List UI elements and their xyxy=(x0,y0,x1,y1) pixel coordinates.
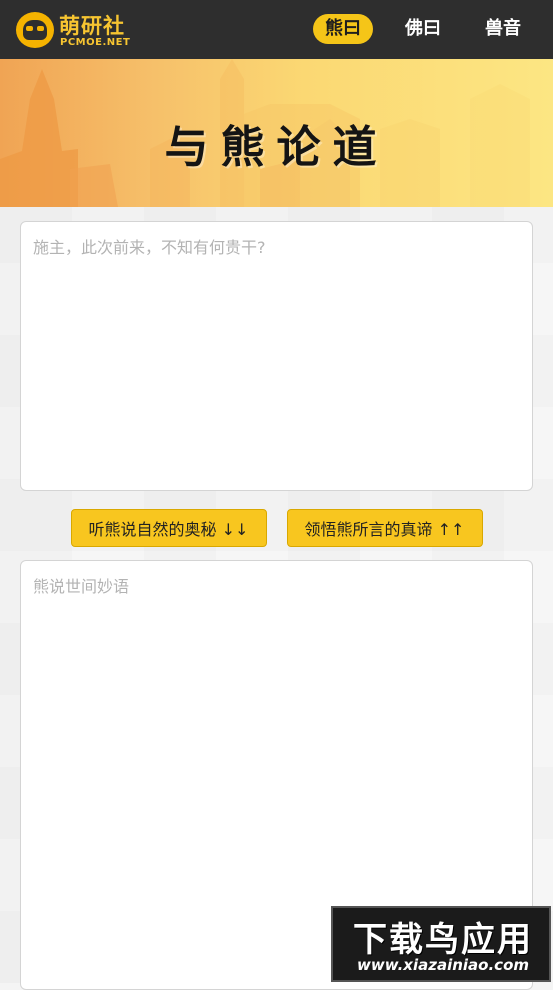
hero-banner: 与熊论道 xyxy=(0,59,553,207)
watermark-logo: 下载鸟应用 www.xiazainiao.com xyxy=(331,906,551,982)
nav-tab-bear[interactable]: 熊曰 xyxy=(313,14,373,44)
watermark-title: 下载鸟应用 xyxy=(353,920,533,960)
mascot-icon xyxy=(16,12,54,48)
main-content: 听熊说自然的奥秘 ↓↓ 领悟熊所言的真谛 ↑↑ xyxy=(0,207,553,990)
main-nav: 熊曰 佛曰 兽音 xyxy=(313,14,533,44)
decode-button[interactable]: 听熊说自然的奥秘 ↓↓ xyxy=(70,509,267,547)
nav-tab-buddha[interactable]: 佛曰 xyxy=(393,14,453,44)
page-title: 与熊论道 xyxy=(164,122,389,173)
site-logo[interactable]: 萌研社 PCMOE.NET xyxy=(16,10,136,50)
logo-subtitle: PCMOE.NET xyxy=(60,37,131,48)
top-bar: 萌研社 PCMOE.NET 熊曰 佛曰 兽音 xyxy=(0,0,553,59)
encode-button[interactable]: 领悟熊所言的真谛 ↑↑ xyxy=(286,509,483,547)
logo-title: 萌研社 xyxy=(59,14,125,38)
input-textarea[interactable] xyxy=(20,221,533,491)
nav-tab-beast[interactable]: 兽音 xyxy=(473,14,533,44)
watermark-url: www.xiazainiao.com xyxy=(356,956,530,974)
action-buttons: 听熊说自然的奥秘 ↓↓ 领悟熊所言的真谛 ↑↑ xyxy=(0,509,553,547)
